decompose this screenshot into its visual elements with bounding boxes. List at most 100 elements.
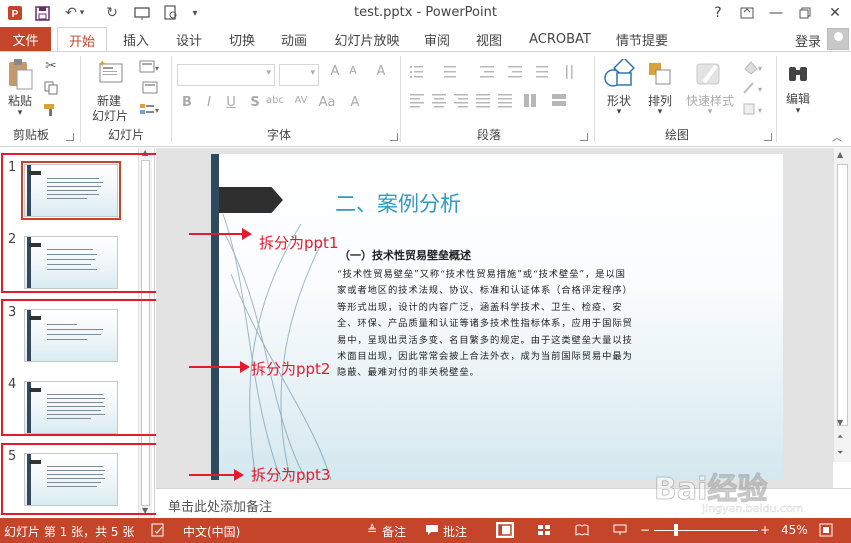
font-size-dropdown[interactable] [279, 64, 319, 86]
reset-icon[interactable] [138, 79, 162, 97]
list-indent-icons[interactable] [408, 62, 588, 82]
shape-dropdown-icon[interactable]: ▾ [612, 107, 626, 117]
paragraph-launcher-icon[interactable] [580, 133, 588, 141]
shape-icon[interactable] [602, 58, 636, 90]
tab-design[interactable]: 设计 [167, 27, 211, 51]
customize-qat-icon[interactable]: ▾ [184, 3, 206, 23]
slideshow-icon[interactable] [612, 522, 628, 538]
powerpoint-logo-icon[interactable]: P [4, 3, 26, 23]
save-icon[interactable] [31, 3, 53, 23]
editor-scrollbar[interactable]: ▲ ▼ ⏶ ⏷ [833, 148, 851, 462]
tab-storyboard[interactable]: 情节提要 [608, 27, 676, 51]
format-painter-icon[interactable] [41, 101, 61, 119]
restore-icon[interactable] [791, 2, 819, 24]
drawing-launcher-icon[interactable] [764, 133, 772, 141]
slide-canvas[interactable]: 二、案例分析 （一）技术性贸易壁垒概述 “技术性贸易壁垒”又称“技术性贸易措施”… [211, 154, 783, 480]
zoom-level[interactable]: 45% [781, 523, 808, 537]
new-slide-icon[interactable]: ✦ [94, 56, 124, 90]
tab-review[interactable]: 审阅 [415, 27, 459, 51]
comment-icon[interactable] [424, 522, 440, 538]
annotation-label-ppt1: 拆分为ppt1 [259, 234, 339, 252]
character-spacing-icon[interactable]: AV [292, 95, 310, 106]
tab-slideshow[interactable]: 幻灯片放映 [328, 27, 406, 51]
slide-count-status: 幻灯片 第 1 张，共 5 张 [4, 525, 135, 539]
scroll-down-icon[interactable]: ▼ [837, 418, 843, 427]
present-icon[interactable] [131, 3, 153, 23]
layout-icon[interactable]: ▾ [138, 58, 162, 76]
font-name-dropdown[interactable] [177, 64, 275, 86]
notes-toggle[interactable]: 备注 [382, 523, 406, 540]
reading-view-icon[interactable] [574, 522, 590, 538]
quick-styles-icon[interactable] [692, 58, 726, 90]
paste-dropdown-icon[interactable]: ▾ [13, 108, 27, 118]
zoom-out-button[interactable]: − [640, 523, 650, 537]
clipboard-launcher-icon[interactable] [66, 133, 74, 141]
scrollbar-thumb[interactable] [837, 164, 848, 426]
arrange-icon[interactable] [645, 58, 675, 90]
slide-sorter-icon[interactable] [536, 522, 552, 538]
tab-animations[interactable]: 动画 [272, 27, 316, 51]
slide-title[interactable]: 二、案例分析 [335, 188, 461, 218]
tab-acrobat[interactable]: ACROBAT [522, 27, 598, 51]
text-shadow-icon[interactable]: S [246, 95, 264, 110]
section-icon[interactable]: ▾ [138, 100, 162, 118]
ribbon-display-options-icon[interactable] [733, 2, 761, 24]
bold-icon[interactable]: B [178, 95, 196, 110]
zoom-slider-handle[interactable] [674, 524, 678, 536]
slide-subtitle[interactable]: （一）技术性贸易壁垒概述 [339, 247, 471, 263]
font-color-icon[interactable]: A [346, 95, 364, 110]
annotation-arrow-ppt2 [189, 361, 250, 373]
spelling-check-icon[interactable] [150, 522, 166, 538]
alignment-icons[interactable] [408, 90, 588, 110]
paste-icon[interactable] [6, 57, 34, 91]
svg-text:▾: ▾ [758, 85, 762, 94]
arrange-dropdown-icon[interactable]: ▾ [653, 107, 667, 117]
slide-body-text[interactable]: “技术性贸易壁垒”又称“技术性贸易措施”或“技术壁垒”，是以国家或者地区的技术法… [337, 267, 633, 382]
tab-view[interactable]: 视图 [467, 27, 511, 51]
comments-toggle[interactable]: 批注 [443, 523, 467, 540]
new-slide-button[interactable]: 幻灯片 [84, 107, 136, 124]
zoom-in-button[interactable]: + [760, 523, 770, 537]
language-status[interactable]: 中文(中国) [183, 523, 240, 540]
notes-placeholder[interactable]: 单击此处添加备注 [168, 496, 272, 515]
previous-slide-icon[interactable]: ⏶ [837, 432, 843, 442]
editing-button[interactable]: 编辑 [782, 90, 814, 107]
underline-icon[interactable]: U [222, 95, 240, 110]
clear-formatting-icon[interactable]: A [372, 64, 390, 79]
strikethrough-icon[interactable]: abc [266, 95, 284, 106]
shape-fill-icon[interactable]: ▾ [740, 58, 766, 76]
editing-dropdown-icon[interactable]: ▾ [791, 106, 805, 116]
scroll-up-icon[interactable]: ▲ [837, 150, 843, 159]
shape-outline-icon[interactable]: ▾ [740, 79, 766, 97]
tab-home[interactable]: 开始 [57, 27, 107, 52]
collapse-ribbon-icon[interactable]: ︿ [830, 130, 844, 144]
quick-styles-dropdown-icon[interactable]: ▾ [703, 107, 717, 117]
tab-insert[interactable]: 插入 [114, 27, 158, 51]
undo-dropdown-icon[interactable]: ▾ [76, 3, 88, 23]
change-case-icon[interactable]: Aa [318, 95, 336, 110]
cut-icon[interactable]: ✂ [41, 57, 61, 75]
tab-file[interactable]: 文件 [0, 27, 51, 51]
paste-button[interactable]: 粘贴 [6, 92, 34, 109]
grow-font-icon[interactable]: A [326, 64, 344, 79]
binoculars-icon[interactable] [784, 60, 812, 88]
login-link[interactable]: 登录 [795, 31, 821, 50]
copy-icon[interactable] [41, 79, 61, 97]
normal-view-icon[interactable] [496, 522, 514, 538]
help-button[interactable]: ? [704, 2, 732, 24]
font-launcher-icon[interactable] [390, 133, 398, 141]
avatar[interactable] [827, 28, 849, 50]
shape-effects-icon[interactable]: ▾ [740, 100, 766, 118]
redo-icon[interactable]: ↻ [101, 3, 123, 23]
fit-to-window-icon[interactable] [818, 522, 834, 538]
zoom-slider[interactable] [654, 530, 758, 531]
shrink-font-icon[interactable]: A [344, 64, 362, 77]
italic-icon[interactable]: I [200, 95, 218, 110]
ribbon-tabs: 文件 开始 插入 设计 切换 动画 幻灯片放映 审阅 视图 ACROBAT 情节… [0, 27, 851, 52]
close-icon[interactable]: ✕ [821, 2, 849, 24]
next-slide-icon[interactable]: ⏷ [837, 448, 843, 458]
notes-icon[interactable]: ≜ [364, 522, 380, 538]
minimize-icon[interactable]: — [762, 2, 790, 24]
tab-transitions[interactable]: 切换 [220, 27, 264, 51]
print-preview-icon[interactable] [160, 3, 182, 23]
